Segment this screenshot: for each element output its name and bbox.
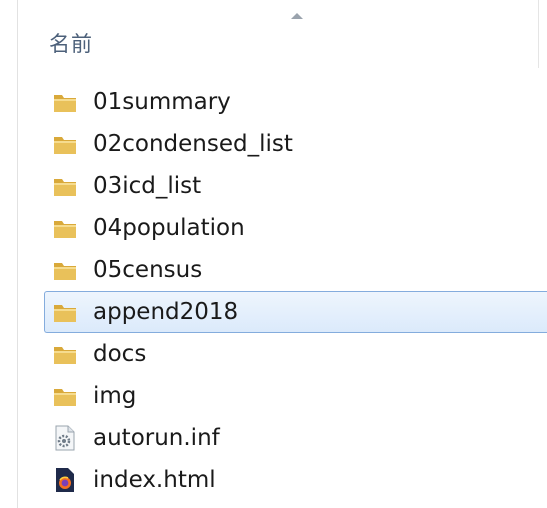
file-row-05census[interactable]: 05census xyxy=(44,249,547,291)
file-name: img xyxy=(93,383,137,409)
file-name: 01summary xyxy=(93,89,231,115)
folder-icon xyxy=(51,382,79,410)
name-column-label: 名前 xyxy=(49,32,93,56)
file-name: autorun.inf xyxy=(93,425,220,451)
file-row-01summary[interactable]: 01summary xyxy=(44,81,547,123)
file-name: index.html xyxy=(93,467,216,493)
file-name: 05census xyxy=(93,257,203,283)
file-list: 01summary 02condensed_list 03icd_list 04… xyxy=(44,81,547,501)
file-row-04population[interactable]: 04population xyxy=(44,207,547,249)
folder-icon xyxy=(51,340,79,368)
folder-icon xyxy=(51,130,79,158)
file-row-img[interactable]: img xyxy=(44,375,547,417)
folder-icon xyxy=(51,256,79,284)
folder-icon xyxy=(51,88,79,116)
file-row-docs[interactable]: docs xyxy=(44,333,547,375)
file-name: 03icd_list xyxy=(93,173,202,199)
file-name: 02condensed_list xyxy=(93,131,293,157)
pane-divider xyxy=(17,0,18,508)
file-row-03icd-list[interactable]: 03icd_list xyxy=(44,165,547,207)
settings-file-icon xyxy=(51,424,79,452)
file-name: append2018 xyxy=(93,299,239,325)
folder-icon xyxy=(51,298,79,326)
file-row-append2018[interactable]: append2018 xyxy=(44,291,547,333)
file-row-02condensed-list[interactable]: 02condensed_list xyxy=(44,123,547,165)
file-row-autorun-inf[interactable]: autorun.inf xyxy=(44,417,547,459)
file-name: docs xyxy=(93,341,147,367)
html-file-icon xyxy=(51,466,79,494)
file-list-pane: 名前 01summary 02condensed_list 03icd_list… xyxy=(0,0,547,508)
file-row-index-html[interactable]: index.html xyxy=(44,459,547,501)
file-name: 04population xyxy=(93,215,245,241)
folder-icon xyxy=(51,214,79,242)
name-column-header[interactable]: 名前 xyxy=(18,0,547,68)
folder-icon xyxy=(51,172,79,200)
column-separator[interactable] xyxy=(538,0,539,68)
